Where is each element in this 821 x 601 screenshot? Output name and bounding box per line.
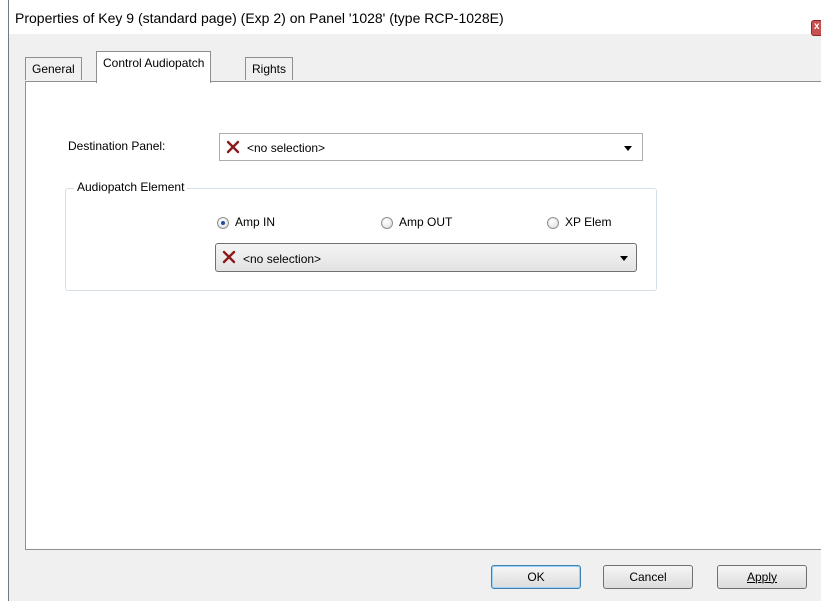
- tab-panel: Destination Panel: <no selection> Audiop…: [25, 81, 821, 550]
- radio-amp-in-label[interactable]: Amp IN: [235, 215, 275, 229]
- audiopatch-element-dropdown[interactable]: <no selection>: [215, 243, 637, 272]
- audiopatch-element-title: Audiopatch Element: [74, 180, 188, 194]
- tab-label: Rights: [252, 62, 287, 76]
- ok-button[interactable]: OK: [491, 565, 581, 589]
- close-icon: x: [814, 21, 820, 32]
- ok-button-label: OK: [527, 570, 545, 584]
- destination-panel-label: Destination Panel:: [68, 139, 166, 153]
- close-button[interactable]: x: [811, 20, 821, 36]
- tab-general[interactable]: General: [25, 57, 82, 80]
- chevron-down-icon: [620, 256, 628, 261]
- chevron-down-icon: [624, 146, 632, 151]
- title-bar: Properties of Key 9 (standard page) (Exp…: [9, 0, 821, 34]
- properties-dialog: Properties of Key 9 (standard page) (Exp…: [8, 0, 821, 601]
- radio-xp-elem[interactable]: [547, 217, 559, 229]
- tab-rights[interactable]: Rights: [245, 57, 294, 80]
- apply-button-label: Apply: [746, 570, 778, 584]
- radio-xp-elem-label[interactable]: XP Elem: [565, 215, 611, 229]
- red-x-icon: [226, 140, 240, 154]
- radio-amp-out-label[interactable]: Amp OUT: [399, 215, 452, 229]
- tab-control-audiopatch[interactable]: Control Audiopatch: [96, 51, 212, 83]
- cancel-button-label: Cancel: [629, 570, 667, 584]
- red-x-icon: [222, 250, 236, 264]
- tab-label: General: [32, 62, 75, 76]
- radio-amp-out[interactable]: [381, 217, 393, 229]
- apply-button[interactable]: Apply: [717, 565, 807, 589]
- destination-panel-value: <no selection>: [247, 141, 326, 155]
- radio-amp-in[interactable]: [217, 217, 229, 229]
- tab-label: Control Audiopatch: [103, 56, 205, 70]
- window-title: Properties of Key 9 (standard page) (Exp…: [15, 10, 504, 26]
- audiopatch-element-group: [65, 188, 657, 291]
- cancel-button[interactable]: Cancel: [603, 565, 693, 589]
- destination-panel-dropdown[interactable]: <no selection>: [219, 133, 643, 161]
- audiopatch-element-value: <no selection>: [243, 252, 322, 266]
